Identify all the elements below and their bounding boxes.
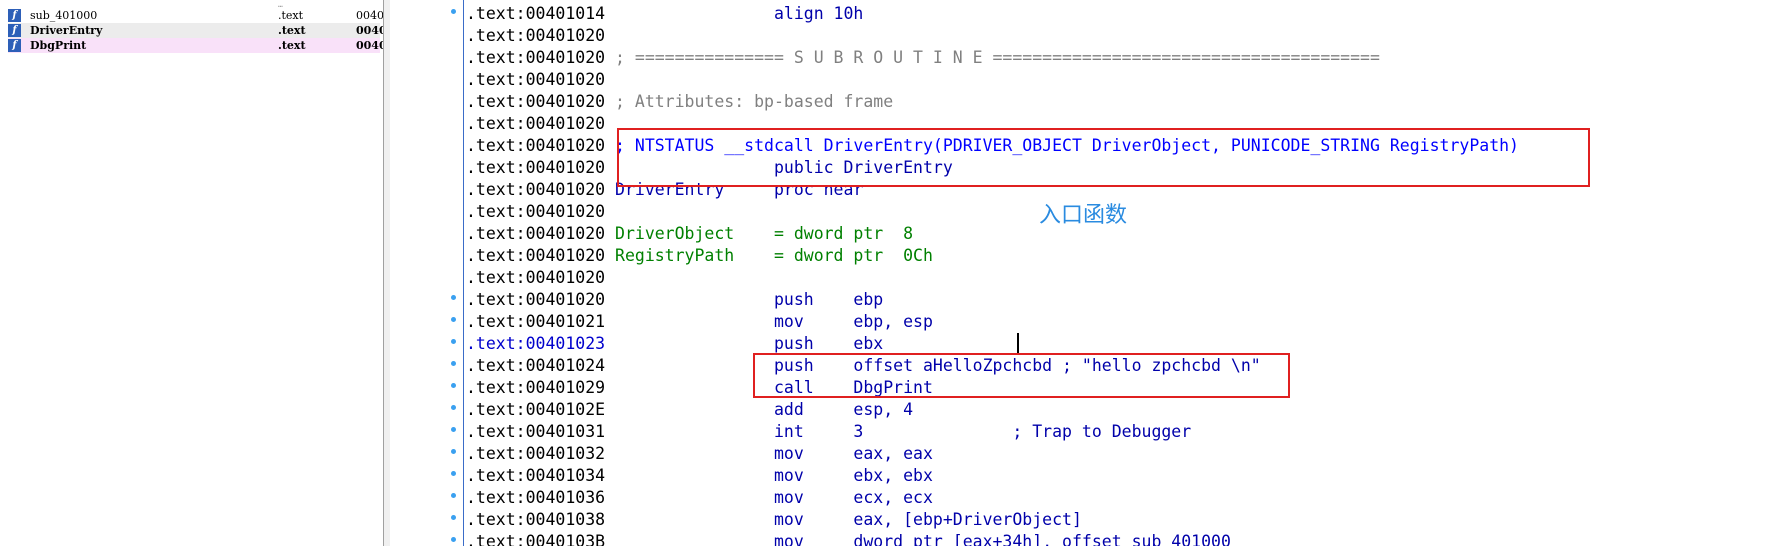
disasm-address: .text:00401038 <box>466 510 606 529</box>
disasm-text: RegistryPath = dword ptr 0Ch <box>615 246 933 265</box>
disasm-address: .text:00401020 <box>466 268 606 287</box>
function-segment: .text <box>278 39 306 52</box>
disasm-line[interactable]: .text:00401032 mov eax, eax <box>466 443 933 465</box>
disassembly-view[interactable]: .text:00401014 align 10h .text:00401020 .… <box>390 0 1790 546</box>
disasm-text: ; =============== S U B R O U T I N E ==… <box>615 48 1380 67</box>
disasm-text: push ebp <box>615 290 884 309</box>
disasm-text: int 3 ; Trap to Debugger <box>615 422 1192 441</box>
disasm-address: .text:00401020 <box>466 158 606 177</box>
disasm-text: DriverObject = dword ptr 8 <box>615 224 914 243</box>
disasm-address: .text:00401036 <box>466 488 606 507</box>
disasm-address: .text:00401020 <box>466 70 606 89</box>
disasm-address: .text:00401024 <box>466 356 606 375</box>
disasm-line[interactable]: .text:00401036 mov ecx, ecx <box>466 487 933 509</box>
disasm-address: .text:00401020 <box>466 246 606 265</box>
breakpoint-dot-icon[interactable] <box>451 295 456 300</box>
breakpoint-dot-icon[interactable] <box>451 383 456 388</box>
disasm-address: .text:00401023 <box>466 334 606 353</box>
highlight-box-dbgprint-call <box>753 353 1290 398</box>
disasm-line[interactable]: .text:0040102E add esp, 4 <box>466 399 913 421</box>
disasm-address: .text:00401034 <box>466 466 606 485</box>
disasm-text: mov ebp, esp <box>615 312 933 331</box>
disasm-address: .text:00401020 <box>466 180 606 199</box>
function-name: DbgPrint <box>30 39 87 52</box>
function-name: sub_401000 <box>30 9 98 22</box>
disasm-address: .text:00401029 <box>466 378 606 397</box>
disasm-text: mov ebx, ebx <box>615 466 933 485</box>
disasm-text: mov eax, [ebp+DriverObject] <box>615 510 1082 529</box>
disasm-address: .text:00401031 <box>466 422 606 441</box>
disasm-address: .text:00401032 <box>466 444 606 463</box>
breakpoint-dot-icon[interactable] <box>451 449 456 454</box>
breakpoint-dot-icon[interactable] <box>451 405 456 410</box>
function-start: 0040 <box>356 9 384 22</box>
disasm-line[interactable]: .text:00401020 DriverObject = dword ptr … <box>466 223 913 245</box>
breakpoint-dot-icon[interactable] <box>451 471 456 476</box>
function-segment: .text <box>278 9 304 22</box>
disasm-line[interactable]: .text:00401038 mov eax, [ebp+DriverObjec… <box>466 509 1082 531</box>
disasm-text: mov dword ptr [eax+34h], offset sub_4010… <box>615 532 1231 546</box>
breakpoint-dot-icon[interactable] <box>451 537 456 542</box>
breakpoint-dot-icon[interactable] <box>451 317 456 322</box>
breakpoint-dot-icon[interactable] <box>451 493 456 498</box>
disasm-address: .text:00401021 <box>466 312 606 331</box>
disasm-address: .text:00401020 <box>466 290 606 309</box>
disasm-line[interactable]: .text:00401020 <box>466 201 615 223</box>
function-name: DriverEntry <box>30 24 103 37</box>
disasm-line[interactable]: .text:00401020 <box>466 267 615 289</box>
breakpoint-dot-icon[interactable] <box>451 515 456 520</box>
disasm-address: .text:0040102E <box>466 400 606 419</box>
function-segment: .text <box>278 24 306 37</box>
disasm-text: mov eax, eax <box>615 444 933 463</box>
disasm-address: .text:00401020 <box>466 202 606 221</box>
function-icon: f <box>8 39 21 52</box>
disasm-line[interactable]: .text:00401020 ; Attributes: bp-based fr… <box>466 91 893 113</box>
disasm-text: ; Attributes: bp-based frame <box>615 92 894 111</box>
function-start: 0040 <box>356 24 384 37</box>
breakpoint-dot-icon[interactable] <box>451 9 456 14</box>
disasm-line[interactable]: .text:00401031 int 3 ; Trap to Debugger <box>466 421 1191 443</box>
disasm-address: .text:00401020 <box>466 224 606 243</box>
disasm-line[interactable]: .text:00401020 <box>466 69 615 91</box>
function-row-driverentry[interactable]: f DriverEntry .text 0040 <box>8 23 383 38</box>
disasm-address: .text:00401014 <box>466 4 606 23</box>
disasm-text: push ebx <box>615 334 884 353</box>
text-cursor <box>1017 333 1019 353</box>
function-row-dbgprint[interactable]: f DbgPrint .text 0040 <box>8 38 383 53</box>
disasm-text: add esp, 4 <box>615 400 914 419</box>
disasm-address: .text:00401020 <box>466 26 606 45</box>
disasm-line[interactable]: .text:00401020 push ebp <box>466 289 883 311</box>
function-row-sub-401000[interactable]: f sub_401000 .text 0040 <box>8 8 383 23</box>
disasm-address: .text:00401020 <box>466 48 606 67</box>
disasm-text: mov ecx, ecx <box>615 488 933 507</box>
disasm-address: .text:0040103B <box>466 532 606 546</box>
disasm-line[interactable]: .text:00401020 <box>466 113 615 135</box>
disasm-line[interactable]: .text:0040103B mov dword ptr [eax+34h], … <box>466 531 1231 546</box>
gutter-line <box>463 0 464 546</box>
highlight-box-function-signature <box>617 128 1590 187</box>
disasm-line[interactable]: .text:00401023 push ebx <box>466 333 883 355</box>
disasm-address: .text:00401020 <box>466 114 606 133</box>
function-icon: f <box>8 9 21 22</box>
disasm-text: align 10h <box>615 4 864 23</box>
disasm-line[interactable]: .text:00401014 align 10h <box>466 3 863 25</box>
function-icon: f <box>8 24 21 37</box>
function-start: 0040 <box>356 39 384 52</box>
functions-window: … f sub_401000 .text 0040 f DriverEntry … <box>0 0 384 546</box>
entry-function-annotation: 入口函数 <box>1039 203 1128 228</box>
disasm-line[interactable]: .text:00401034 mov ebx, ebx <box>466 465 933 487</box>
truncated-text: … <box>278 0 283 9</box>
disasm-address: .text:00401020 <box>466 92 606 111</box>
breakpoint-dot-icon[interactable] <box>451 339 456 344</box>
disasm-line[interactable]: .text:00401020 RegistryPath = dword ptr … <box>466 245 933 267</box>
disasm-line[interactable]: .text:00401020 ; =============== S U B R… <box>466 47 1380 69</box>
disasm-address: .text:00401020 <box>466 136 606 155</box>
disasm-line[interactable]: .text:00401020 <box>466 25 615 47</box>
breakpoint-dot-icon[interactable] <box>451 361 456 366</box>
disasm-line[interactable]: .text:00401021 mov ebp, esp <box>466 311 933 333</box>
breakpoint-dot-icon[interactable] <box>451 427 456 432</box>
